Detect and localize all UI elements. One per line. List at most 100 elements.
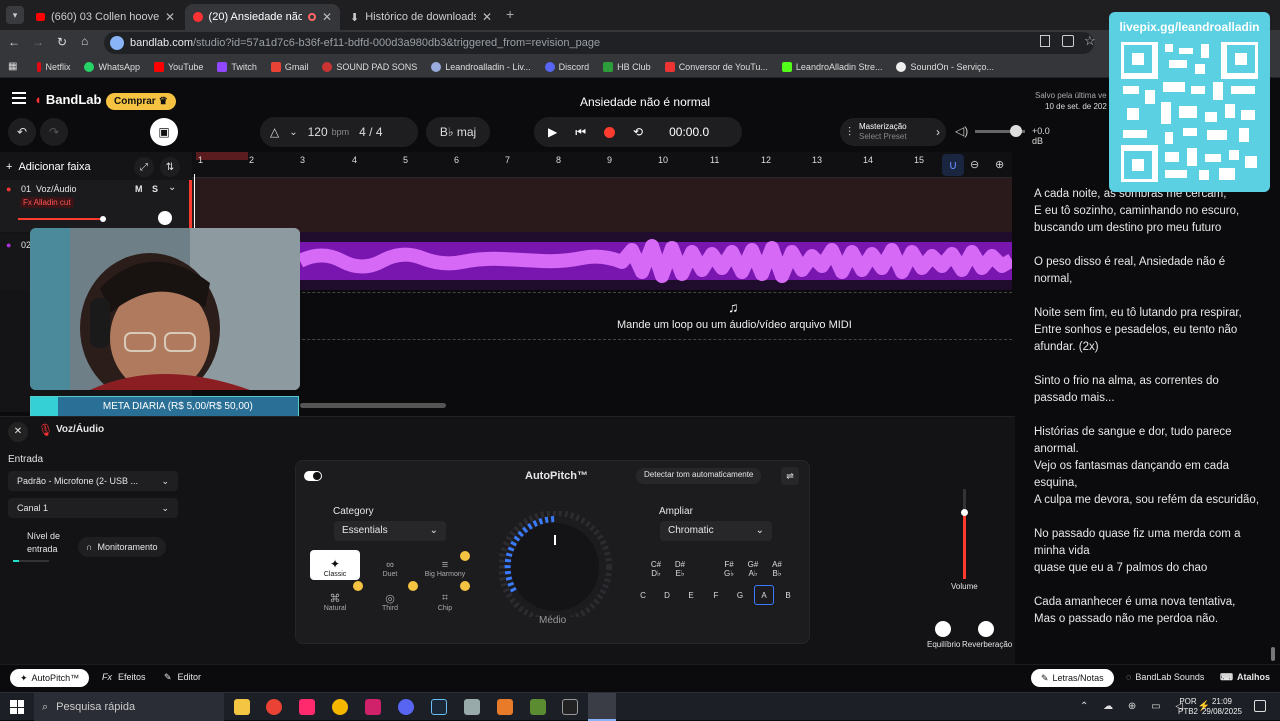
track-1-volume-slider[interactable] <box>18 216 106 222</box>
add-track-button[interactable]: + Adicionar faixa <box>6 158 91 176</box>
sort-icon[interactable]: ⇅ <box>160 157 180 177</box>
bookmark-stream[interactable]: LeandroAlladin Stre... <box>781 61 882 72</box>
bookmark-converter[interactable]: Conversor de YouTu... <box>664 61 768 72</box>
forward-icon[interactable]: → <box>32 35 44 49</box>
autopitch-toggle[interactable] <box>304 471 322 481</box>
coin-icon[interactable] <box>332 699 348 715</box>
shortcuts-tab[interactable]: ⌨ Atalhos <box>1220 672 1270 683</box>
key-g[interactable]: G <box>730 585 750 605</box>
close-icon[interactable]: ✕ <box>482 10 492 24</box>
horizontal-scrollbar[interactable] <box>300 403 446 408</box>
project-title[interactable]: Ansiedade não é normal <box>580 95 710 109</box>
audio-waveform[interactable] <box>192 232 1012 290</box>
close-icon[interactable]: ✕ <box>322 10 332 24</box>
mode-natural[interactable]: ⌘ Natural <box>310 584 360 614</box>
playhead[interactable] <box>194 174 195 234</box>
correction-knob[interactable] <box>499 511 615 617</box>
editor-tab[interactable]: ✎ Editor <box>164 672 201 683</box>
steam-icon[interactable] <box>431 699 447 715</box>
bookmark-netflix[interactable]: Netflix <box>37 61 70 72</box>
track-1-lane[interactable] <box>192 174 1012 234</box>
app-icon[interactable] <box>497 699 513 715</box>
tiktok-icon[interactable] <box>299 699 315 715</box>
monitoring-button[interactable]: ∩ Monitoramento <box>78 537 166 557</box>
pan-knob[interactable] <box>158 211 172 225</box>
lyrics-text[interactable]: A cada noite, as sombras me cercam, E eu… <box>1034 186 1280 628</box>
key-g-sharp[interactable]: G# A♭ <box>743 559 763 579</box>
lyrics-notes-tab[interactable]: ✎ Letras/Notas <box>1031 669 1114 687</box>
tab-downloads[interactable]: ⬇ Histórico de downloads ✕ <box>342 4 500 30</box>
loop-region[interactable] <box>196 152 248 160</box>
bandlab-taskbar-icon[interactable] <box>588 693 616 721</box>
loop-icon[interactable]: ⟲ <box>633 125 643 139</box>
mode-third[interactable]: ◎ Third <box>365 584 415 614</box>
notification-icon[interactable] <box>1254 700 1266 712</box>
volume-fader[interactable] <box>961 489 968 579</box>
key-button[interactable]: B♭ maj <box>426 117 490 147</box>
chevron-down-icon[interactable]: ⌄ <box>289 127 297 138</box>
bookmark-livepix[interactable]: Leandroalladin - Liv... <box>431 61 531 72</box>
key-a-sharp[interactable]: A# B♭ <box>767 559 787 579</box>
undo-button[interactable]: ↶ <box>8 118 36 146</box>
bookmark-twitch[interactable]: Twitch <box>217 61 257 72</box>
epic-games-icon[interactable] <box>562 699 578 715</box>
bookmark-gmail[interactable]: Gmail <box>270 61 308 72</box>
reader-icon[interactable] <box>1040 35 1050 47</box>
scale-select[interactable]: Chromatic ⌄ <box>660 521 772 541</box>
star-icon[interactable]: ☆ <box>1084 33 1096 49</box>
drop-zone[interactable]: ♫ Mande um loop ou um áudio/vídeo arquiv… <box>192 292 1012 340</box>
home-icon[interactable]: ⌂ <box>81 34 88 48</box>
mute-button[interactable]: M <box>135 184 143 194</box>
clock[interactable]: 21:09 29/08/2025 <box>1200 697 1244 717</box>
tempo-value[interactable]: 120 <box>308 125 328 139</box>
key-b[interactable]: B <box>778 585 798 605</box>
bandlab-logo[interactable]: ◖ BandLab <box>34 92 101 107</box>
zoom-in-icon[interactable]: ⊕ <box>995 158 1004 171</box>
key-d[interactable]: D <box>657 585 677 605</box>
url-bar[interactable]: bandlab.com/studio?id=57a1d7c6-b36f-ef11… <box>104 32 1094 54</box>
bandlab-sounds-tab[interactable]: ◌ BandLab Sounds <box>1126 672 1204 682</box>
zoom-out-icon[interactable]: ⊖ <box>970 158 979 171</box>
apps-icon[interactable]: ▦ <box>8 61 17 72</box>
windows-start-icon[interactable] <box>10 700 24 714</box>
tab-youtube[interactable]: (660) 03 Collen hoover - YouTu ✕ <box>28 4 183 30</box>
bookmark-whatsapp[interactable]: WhatsApp <box>84 61 140 72</box>
mode-duet[interactable]: ∞ Duet <box>365 550 415 580</box>
record-icon[interactable] <box>604 126 616 138</box>
menu-icon[interactable] <box>12 92 26 104</box>
language-indicator[interactable]: POR PTB2 <box>1178 697 1198 717</box>
track-1-header[interactable]: ● 01 Voz/Áudio M S ⌄ Fx Alladin cut <box>0 180 192 232</box>
discord-icon[interactable] <box>398 699 414 715</box>
bookmark-soundpad[interactable]: SOUND PAD SONS <box>322 61 417 72</box>
tab-list-button[interactable]: ▾ <box>6 6 24 24</box>
key-d-sharp[interactable]: D# E♭ <box>670 559 690 579</box>
bookmark-soundon[interactable]: SoundOn - Serviço... <box>896 61 994 72</box>
chevron-down-icon[interactable]: ⌄ <box>168 182 176 193</box>
close-icon[interactable]: ✕ <box>8 422 28 442</box>
back-icon[interactable]: ← <box>8 35 20 49</box>
share-icon[interactable] <box>1062 35 1074 47</box>
mode-classic[interactable]: ✦ Classic <box>310 550 360 580</box>
metronome-icon[interactable]: △ <box>270 125 279 139</box>
detect-key-button[interactable]: Detectar tom automaticamente <box>636 468 762 484</box>
key-c[interactable]: C <box>633 585 653 605</box>
balance-knob[interactable] <box>935 621 951 637</box>
mastering-button[interactable]: ⫶ Masterização Select Preset › <box>840 118 946 146</box>
redo-button[interactable]: ↷ <box>40 118 68 146</box>
tf-icon[interactable] <box>365 699 381 715</box>
bookmark-youtube[interactable]: YouTube <box>154 61 203 72</box>
close-icon[interactable]: ✕ <box>165 10 175 24</box>
game-icon[interactable] <box>464 699 480 715</box>
autopitch-tab[interactable]: ✦ AutoPitch™ <box>10 669 90 687</box>
explorer-icon[interactable] <box>234 699 250 715</box>
key-f[interactable]: F <box>706 585 726 605</box>
automation-icon[interactable]: ⤢ <box>134 157 154 177</box>
fx-badge[interactable]: Fx Alladin cut <box>20 197 74 208</box>
magnet-icon[interactable]: ∪ <box>942 154 964 176</box>
key-e[interactable]: E <box>681 585 701 605</box>
play-icon[interactable]: ▶ <box>548 125 557 139</box>
bookmark-discord[interactable]: Discord <box>544 61 589 72</box>
effects-tab[interactable]: Fx Efeitos <box>102 672 146 682</box>
buy-button[interactable]: Comprar ♛ <box>106 93 176 110</box>
channel-select[interactable]: Canal 1 ⌄ <box>8 498 178 518</box>
